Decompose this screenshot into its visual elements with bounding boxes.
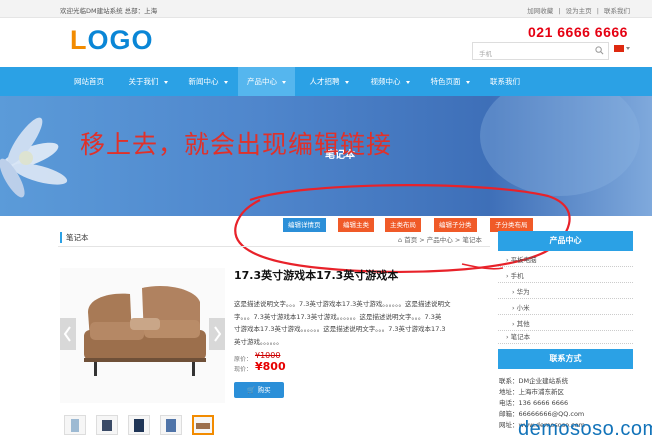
nav-item-about[interactable]: 关于我们	[118, 67, 178, 96]
edit-main-category-button[interactable]: 编辑主类	[338, 218, 374, 232]
sidebar-item-laptop[interactable]: › 笔记本	[498, 330, 633, 344]
thumbnail[interactable]	[96, 415, 118, 435]
gallery-next-arrow[interactable]	[209, 318, 225, 350]
top-links: 加网收藏 | 设为主页 | 联系我们	[527, 7, 630, 15]
breadcrumb[interactable]: ⌂ 首页 > 产品中心 > 笔记本	[398, 234, 482, 244]
chevron-down-icon	[282, 80, 286, 84]
chevron-down-icon	[465, 80, 470, 84]
divider	[58, 246, 490, 247]
welcome-text: 欢迎光临DM建站系统 总部：上海	[60, 7, 158, 15]
original-price: ¥1000	[255, 351, 281, 360]
cart-icon: 🛒	[247, 386, 258, 394]
subcategory-layout-button[interactable]: 子分类布局	[490, 218, 533, 232]
product-description: 这是描述说明文字。。。7.3英寸游戏本17.3英寸游戏。。。。。。这是描述说明文…	[234, 300, 451, 346]
thumbnail[interactable]	[160, 415, 182, 435]
sidebar-item-huawei[interactable]: › 华为	[498, 285, 633, 299]
language-dropdown-caret-icon[interactable]	[626, 47, 630, 50]
sofa-image	[60, 268, 225, 403]
thumbnail[interactable]	[64, 415, 86, 435]
category-title: 笔记本	[60, 232, 89, 243]
nav-item-jobs[interactable]: 人才招聘	[298, 67, 360, 96]
contact-company: 联系：DM企业建站系统	[499, 377, 569, 385]
sidebar-products-title: 产品中心	[498, 231, 633, 251]
sidebar-item-tablet[interactable]: › 平板电脑	[498, 253, 633, 267]
china-flag-icon[interactable]	[614, 45, 624, 52]
nav-item-products[interactable]: 产品中心	[238, 67, 295, 96]
current-price-label: 现价：	[234, 366, 253, 373]
chevron-down-icon	[163, 80, 168, 84]
watermark: demososo.com	[518, 418, 652, 440]
buy-button[interactable]: 🛒 购买	[234, 382, 284, 398]
nav-item-video[interactable]: 视频中心	[360, 67, 420, 96]
search-icon[interactable]	[595, 46, 604, 55]
top-link-bookmark[interactable]: 加网收藏	[527, 7, 553, 15]
nav-item-news[interactable]: 新闻中心	[178, 67, 238, 96]
nav-item-contact[interactable]: 联系我们	[480, 67, 530, 96]
sidebar-item-xiaomi[interactable]: › 小米	[498, 301, 633, 315]
top-link-homepage[interactable]: 设为主页	[566, 7, 592, 15]
main-nav: 网站首页 关于我们 新闻中心 产品中心 人才招聘 视频中心 特色页面 联系我们	[0, 67, 652, 96]
gallery-prev-arrow[interactable]	[60, 318, 76, 350]
thumbnail-active[interactable]	[192, 415, 214, 435]
contact-phone: 电话：136 6666 6666	[499, 399, 569, 407]
nav-item-features[interactable]: 特色页面	[420, 67, 480, 96]
site-logo[interactable]: LOGO	[70, 27, 154, 54]
search-input[interactable]: 手机	[472, 42, 609, 60]
nav-item-home[interactable]: 网站首页	[60, 67, 118, 96]
thumbnail-strip	[60, 415, 225, 435]
product-title: 17.3英寸游戏本17.3英寸游戏本	[234, 269, 399, 282]
sidebar-item-phone[interactable]: › 手机	[498, 269, 633, 283]
contact-email: 邮箱：66666666@QQ.com	[499, 410, 585, 418]
search-placeholder: 手机	[479, 50, 492, 58]
chevron-down-icon	[405, 80, 410, 84]
hover-hint-text: 移上去，就会出现编辑链接	[80, 130, 393, 159]
current-price: ¥800	[255, 360, 286, 373]
top-bar: 欢迎光临DM建站系统 总部：上海 加网收藏 | 设为主页 | 联系我们	[0, 0, 652, 18]
thumbnail[interactable]	[128, 415, 150, 435]
edit-detail-button[interactable]: 编辑详情页	[283, 218, 326, 232]
edit-subcategory-button[interactable]: 编辑子分类	[434, 218, 477, 232]
top-link-contact[interactable]: 联系我们	[604, 7, 630, 15]
chevron-down-icon	[223, 80, 228, 84]
original-price-label: 原价：	[234, 356, 253, 363]
chevron-down-icon	[344, 80, 349, 84]
phone-number: 021 6666 6666	[528, 24, 628, 40]
contact-address: 地址：上海市浦东新区	[499, 388, 564, 396]
sidebar-item-other[interactable]: › 其他	[498, 317, 633, 331]
product-gallery	[60, 268, 225, 403]
main-category-layout-button[interactable]: 主类布局	[385, 218, 421, 232]
sidebar-contact-title: 联系方式	[498, 349, 633, 369]
